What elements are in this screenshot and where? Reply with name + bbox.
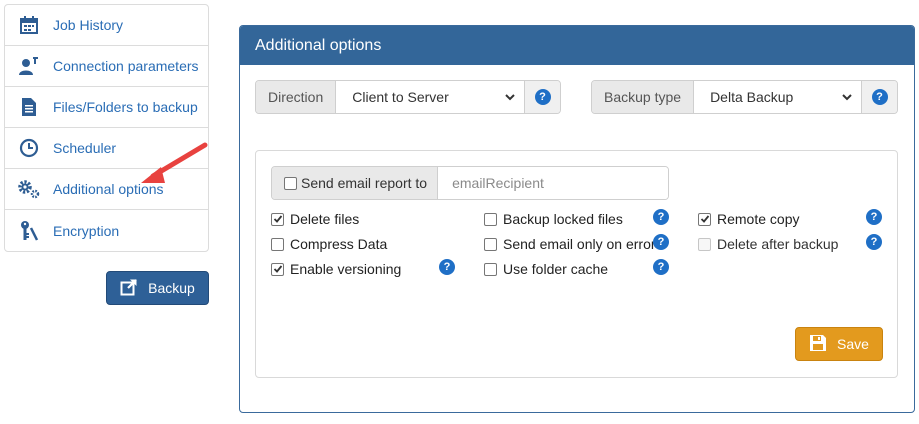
sidebar-item-label: Connection parameters bbox=[53, 58, 199, 74]
clock-icon bbox=[5, 138, 53, 158]
question-icon: ? bbox=[871, 89, 888, 105]
calendar-icon bbox=[5, 15, 53, 35]
send-email-only-on-error-help-icon[interactable]: ? bbox=[653, 234, 669, 250]
direction-help-button[interactable]: ? bbox=[524, 81, 560, 113]
backup-locked-files-label: Backup locked files bbox=[503, 211, 623, 227]
sidebar-item-label: Files/Folders to backup bbox=[53, 99, 198, 115]
option-send-email-only-on-error: Send email only on error bbox=[484, 235, 656, 253]
option-backup-locked-files: Backup locked files bbox=[484, 210, 623, 228]
annotation-arrow-icon bbox=[141, 142, 208, 183]
send-email-report-checkbox[interactable] bbox=[284, 176, 297, 190]
save-button-label: Save bbox=[837, 336, 869, 352]
sidebar-item-job-history[interactable]: Job History bbox=[5, 5, 208, 46]
option-use-folder-cache: Use folder cache bbox=[484, 260, 608, 278]
enable-versioning-help-icon[interactable]: ? bbox=[439, 259, 455, 275]
backup-type-label: Backup type bbox=[592, 81, 695, 113]
email-report-group: Send email report to bbox=[271, 166, 669, 200]
email-recipient-input[interactable] bbox=[438, 167, 668, 199]
sidebar-item-files-folders[interactable]: Files/Folders to backup bbox=[5, 87, 208, 128]
backup-button-label: Backup bbox=[148, 280, 195, 296]
direction-select[interactable]: Client to Server bbox=[336, 81, 524, 113]
options-box: Send email report to Delete files Compre… bbox=[255, 150, 898, 378]
option-delete-files: Delete files bbox=[271, 210, 359, 228]
direction-group: Direction Client to Server ? bbox=[255, 80, 561, 114]
backup-locked-files-checkbox[interactable] bbox=[484, 212, 497, 226]
save-button[interactable]: Save bbox=[795, 327, 883, 361]
enable-versioning-checkbox[interactable] bbox=[271, 262, 284, 276]
backup-locked-files-help-icon[interactable]: ? bbox=[653, 209, 669, 225]
external-link-icon bbox=[120, 278, 138, 299]
sidebar-nav: Job History Connection parameters Files/… bbox=[4, 4, 209, 252]
question-icon: ? bbox=[534, 89, 551, 105]
direction-value: Client to Server bbox=[352, 89, 449, 105]
send-email-report-label: Send email report to bbox=[301, 175, 428, 191]
remote-copy-checkbox[interactable] bbox=[698, 212, 711, 226]
use-folder-cache-help-icon[interactable]: ? bbox=[653, 259, 669, 275]
option-remote-copy: Remote copy bbox=[698, 210, 799, 228]
panel-title: Additional options bbox=[255, 36, 382, 54]
delete-after-backup-checkbox bbox=[698, 237, 711, 251]
send-email-only-on-error-label: Send email only on error bbox=[503, 236, 656, 252]
sidebar-item-encryption[interactable]: Encryption bbox=[5, 210, 208, 251]
option-compress-data: Compress Data bbox=[271, 235, 387, 253]
remote-copy-label: Remote copy bbox=[717, 211, 800, 227]
panel-header: Additional options bbox=[240, 26, 914, 65]
use-folder-cache-label: Use folder cache bbox=[503, 261, 609, 277]
backup-type-help-button[interactable]: ? bbox=[861, 81, 897, 113]
key-icon bbox=[5, 220, 53, 242]
sidebar-item-label: Job History bbox=[53, 17, 124, 33]
compress-data-label: Compress Data bbox=[290, 236, 388, 252]
compress-data-checkbox[interactable] bbox=[271, 237, 284, 251]
sidebar-item-connection-parameters[interactable]: Connection parameters bbox=[5, 46, 208, 87]
document-icon bbox=[5, 97, 53, 117]
use-folder-cache-checkbox[interactable] bbox=[484, 262, 497, 276]
delete-files-label: Delete files bbox=[290, 211, 360, 227]
user-network-icon bbox=[5, 56, 53, 76]
backup-type-value: Delta Backup bbox=[710, 89, 794, 105]
direction-label: Direction bbox=[256, 81, 337, 113]
enable-versioning-label: Enable versioning bbox=[290, 261, 402, 277]
backup-button[interactable]: Backup bbox=[106, 271, 209, 305]
email-report-addon: Send email report to bbox=[272, 167, 439, 199]
option-delete-after-backup: Delete after backup bbox=[698, 235, 838, 253]
additional-options-panel: Additional options Direction Client to S… bbox=[239, 25, 915, 413]
chevron-down-icon bbox=[504, 89, 516, 105]
backup-type-group: Backup type Delta Backup ? bbox=[591, 80, 898, 114]
option-enable-versioning: Enable versioning bbox=[271, 260, 401, 278]
sidebar-item-label: Scheduler bbox=[53, 140, 117, 156]
backup-type-select[interactable]: Delta Backup bbox=[694, 81, 861, 113]
delete-files-checkbox[interactable] bbox=[271, 212, 284, 226]
send-email-only-on-error-checkbox[interactable] bbox=[484, 237, 497, 251]
remote-copy-help-icon[interactable]: ? bbox=[866, 209, 882, 225]
gears-icon bbox=[5, 178, 53, 200]
floppy-disk-icon bbox=[809, 334, 827, 355]
sidebar-item-label: Encryption bbox=[53, 222, 120, 239]
chevron-down-icon bbox=[841, 89, 853, 105]
delete-after-backup-help-icon[interactable]: ? bbox=[866, 234, 882, 250]
delete-after-backup-label: Delete after backup bbox=[717, 236, 839, 252]
